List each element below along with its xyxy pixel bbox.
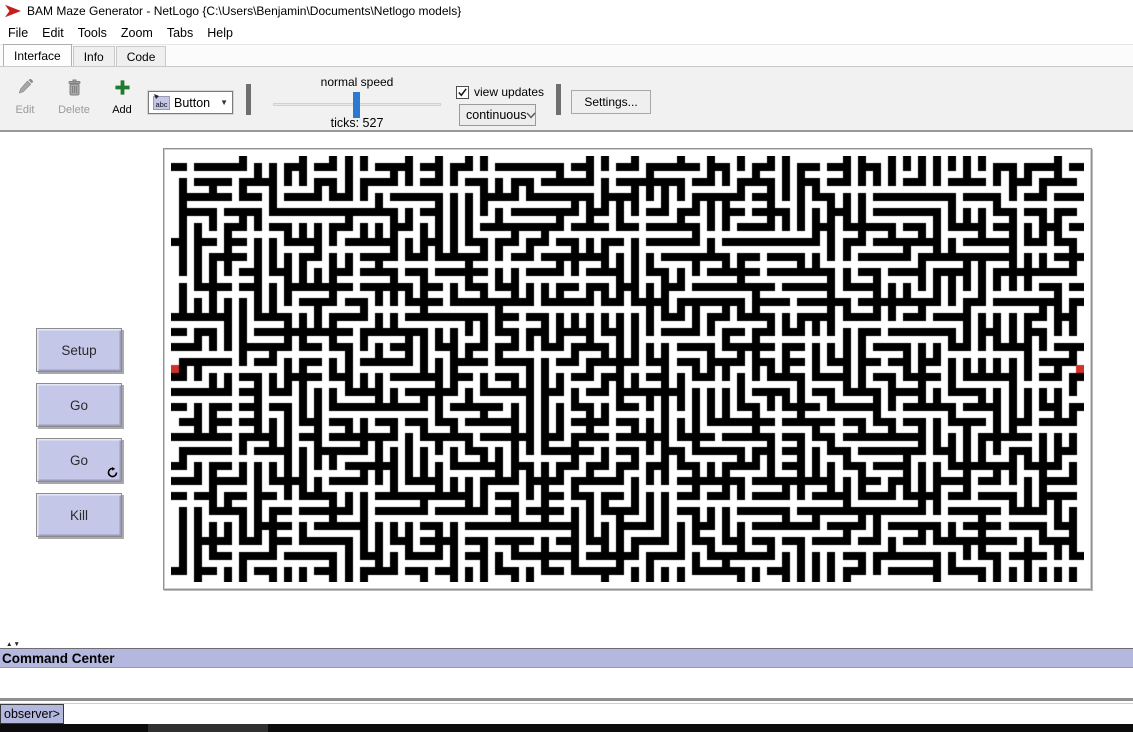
toolbar-separator-2 [556,84,561,115]
command-center-prompt-row: observer> [0,703,1133,724]
kill-button[interactable]: Kill [36,493,122,537]
menu-tools[interactable]: Tools [71,24,114,42]
update-mode-value: continuous [466,108,526,122]
command-center-title: Command Center [0,651,115,666]
command-center-output[interactable] [0,668,1133,701]
toolbar-separator [246,84,251,115]
command-input[interactable] [64,704,1133,724]
button-widget-icon: abc [153,96,170,110]
go-button[interactable]: Go [36,383,122,427]
tab-code[interactable]: Code [116,46,167,66]
add-button-label: Add [112,104,132,116]
speed-slider-thumb[interactable] [353,92,360,118]
taskbar-strip-segment [148,724,268,732]
forever-icon [107,467,118,478]
taskbar-strip [0,724,1133,732]
dropdown-arrow-icon: ▼ [220,98,228,107]
tab-info[interactable]: Info [73,46,115,66]
tab-bar: Interface Info Code [0,44,1133,66]
settings-button[interactable]: Settings... [571,90,651,114]
title-bar[interactable]: BAM Maze Generator - NetLogo {C:\Users\B… [0,0,1133,22]
chevron-down-icon [526,108,536,122]
pencil-icon [5,79,45,97]
tab-interface[interactable]: Interface [3,44,72,66]
interface-toolbar: Edit Delete Add abc Button ▼ normal spee… [0,66,1133,132]
check-icon [457,87,468,98]
view-updates-control: view updates [456,85,544,99]
command-center-header: Command Center [0,648,1133,668]
edit-widget-button[interactable]: Edit [5,79,45,118]
view-updates-label: view updates [474,85,544,99]
delete-button-label: Delete [58,104,90,116]
menu-tabs[interactable]: Tabs [160,24,200,42]
button-widget-icon-text: abc [155,100,167,109]
speed-slider-label: normal speed [273,75,441,89]
update-mode-dropdown[interactable]: continuous [459,104,536,126]
observer-prompt: observer> [0,704,64,724]
edit-button-label: Edit [16,104,35,116]
speed-slider-area: normal speed ticks: 527 [273,67,441,133]
menu-edit[interactable]: Edit [35,24,71,42]
splitter-down-icon: ▼ [13,641,20,648]
menu-help[interactable]: Help [200,24,240,42]
menu-zoom[interactable]: Zoom [114,24,160,42]
netlogo-logo-icon [5,4,21,18]
command-center-splitter[interactable]: ▲▼ [0,641,1133,648]
view-updates-checkbox[interactable] [456,86,469,99]
go-forever-button[interactable]: Go [36,438,122,482]
world-view[interactable] [171,156,1084,582]
menu-file[interactable]: File [1,24,35,42]
delete-widget-button[interactable]: Delete [54,79,94,118]
interface-canvas-area: Setup Go Go Kill [0,132,1133,641]
speed-slider[interactable] [273,103,441,106]
world-view-widget [163,148,1092,590]
widget-type-value: Button [174,96,210,110]
netlogo-window: BAM Maze Generator - NetLogo {C:\Users\B… [0,0,1133,732]
ticks-counter: ticks: 527 [273,116,441,130]
trash-icon [54,79,94,97]
menu-bar: File Edit Tools Zoom Tabs Help [0,22,1133,43]
plus-icon [102,79,142,97]
widget-type-dropdown[interactable]: abc Button ▼ [148,91,233,114]
window-title: BAM Maze Generator - NetLogo {C:\Users\B… [27,4,461,18]
add-widget-button[interactable]: Add [102,79,142,118]
go-forever-label: Go [70,453,88,468]
setup-button[interactable]: Setup [36,328,122,372]
